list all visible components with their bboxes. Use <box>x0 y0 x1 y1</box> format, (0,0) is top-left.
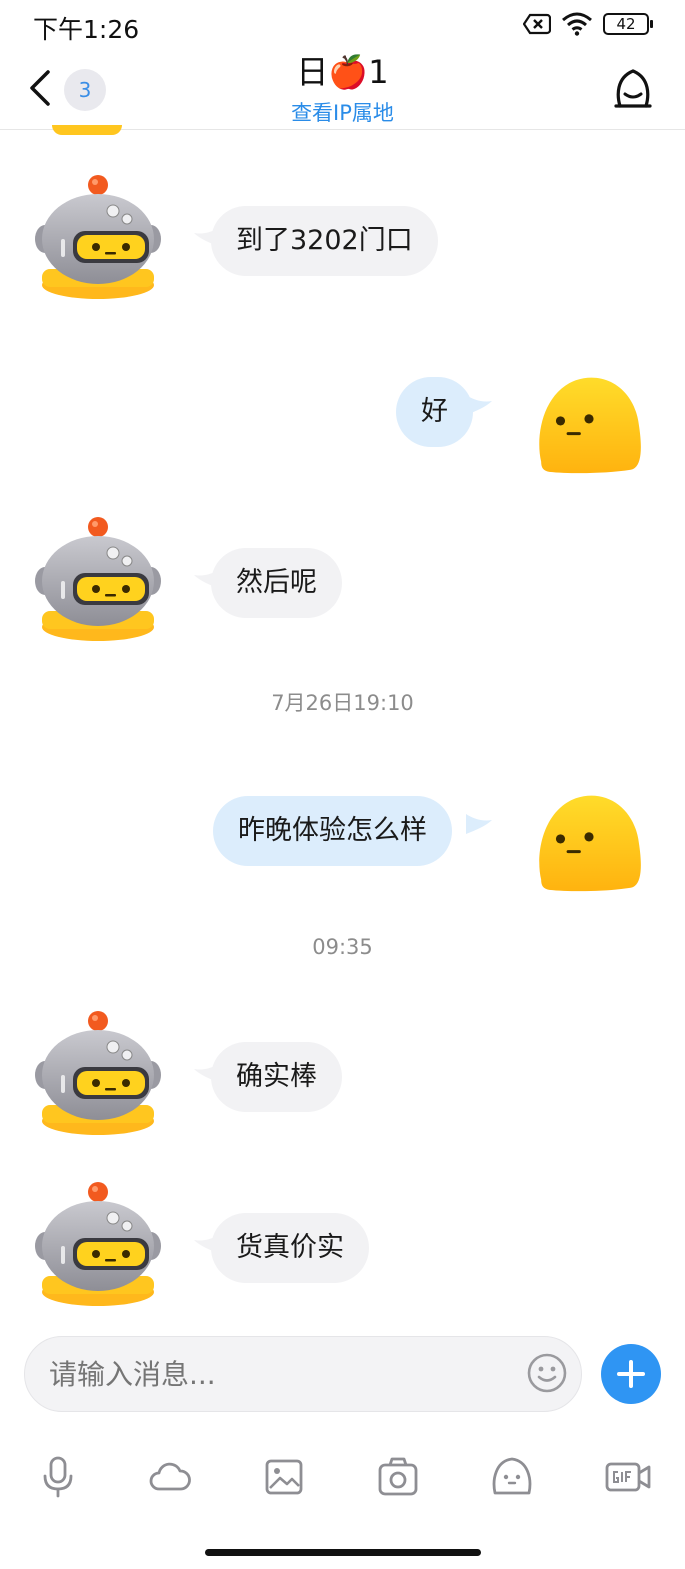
status-time: 下午1:26 <box>33 15 140 44</box>
message-bubble[interactable]: 好 <box>396 377 473 447</box>
message-bubble[interactable]: 到了3202门口 <box>211 206 438 276</box>
message-list[interactable]: 到了3202门口 好 然后呢 7月26日19:10 昨晚体验怎么样 09:35 … <box>0 125 685 1321</box>
status-bar: 下午1:26 42 <box>0 0 685 52</box>
contact-avatar[interactable] <box>33 1009 163 1139</box>
view-ip-location-link[interactable]: 查看IP属地 <box>0 97 685 127</box>
contact-avatar[interactable] <box>33 1180 163 1310</box>
gif-icon[interactable] <box>604 1455 652 1499</box>
message-bubble[interactable]: 确实棒 <box>211 1042 342 1112</box>
emoji-icon[interactable] <box>526 1352 568 1394</box>
input-toolbar <box>0 1455 685 1511</box>
no-sim-icon <box>523 13 551 35</box>
user-avatar[interactable] <box>533 373 645 477</box>
message-timestamp: 09:35 <box>312 935 373 959</box>
status-icons: 42 <box>523 12 653 36</box>
wifi-icon <box>562 12 592 36</box>
contact-avatar[interactable] <box>33 515 163 645</box>
camera-icon[interactable] <box>376 1455 420 1499</box>
home-indicator[interactable] <box>205 1549 481 1556</box>
microphone-icon[interactable] <box>36 1455 80 1499</box>
chat-header: 3 日🍎1 查看IP属地 <box>0 52 685 130</box>
message-bubble[interactable]: 昨晚体验怎么样 <box>213 796 452 866</box>
message-timestamp: 7月26日19:10 <box>271 691 414 715</box>
cloud-icon[interactable] <box>148 1455 192 1499</box>
bubble-tail <box>466 814 492 834</box>
image-icon[interactable] <box>262 1455 306 1499</box>
plus-icon <box>617 1360 645 1388</box>
battery-indicator: 42 <box>603 13 653 35</box>
message-bubble[interactable]: 然后呢 <box>211 548 342 618</box>
partial-avatar-clipped <box>52 125 122 135</box>
composer <box>0 1330 685 1420</box>
message-input[interactable] <box>24 1336 582 1412</box>
contact-avatar[interactable] <box>33 173 163 303</box>
chat-title: 日🍎1 <box>296 53 389 91</box>
profile-icon[interactable] <box>611 66 655 112</box>
message-bubble[interactable]: 货真价实 <box>211 1213 369 1283</box>
bubble-tail <box>466 395 492 415</box>
user-avatar[interactable] <box>533 791 645 895</box>
add-button[interactable] <box>601 1344 661 1404</box>
sticker-icon[interactable] <box>490 1455 534 1499</box>
